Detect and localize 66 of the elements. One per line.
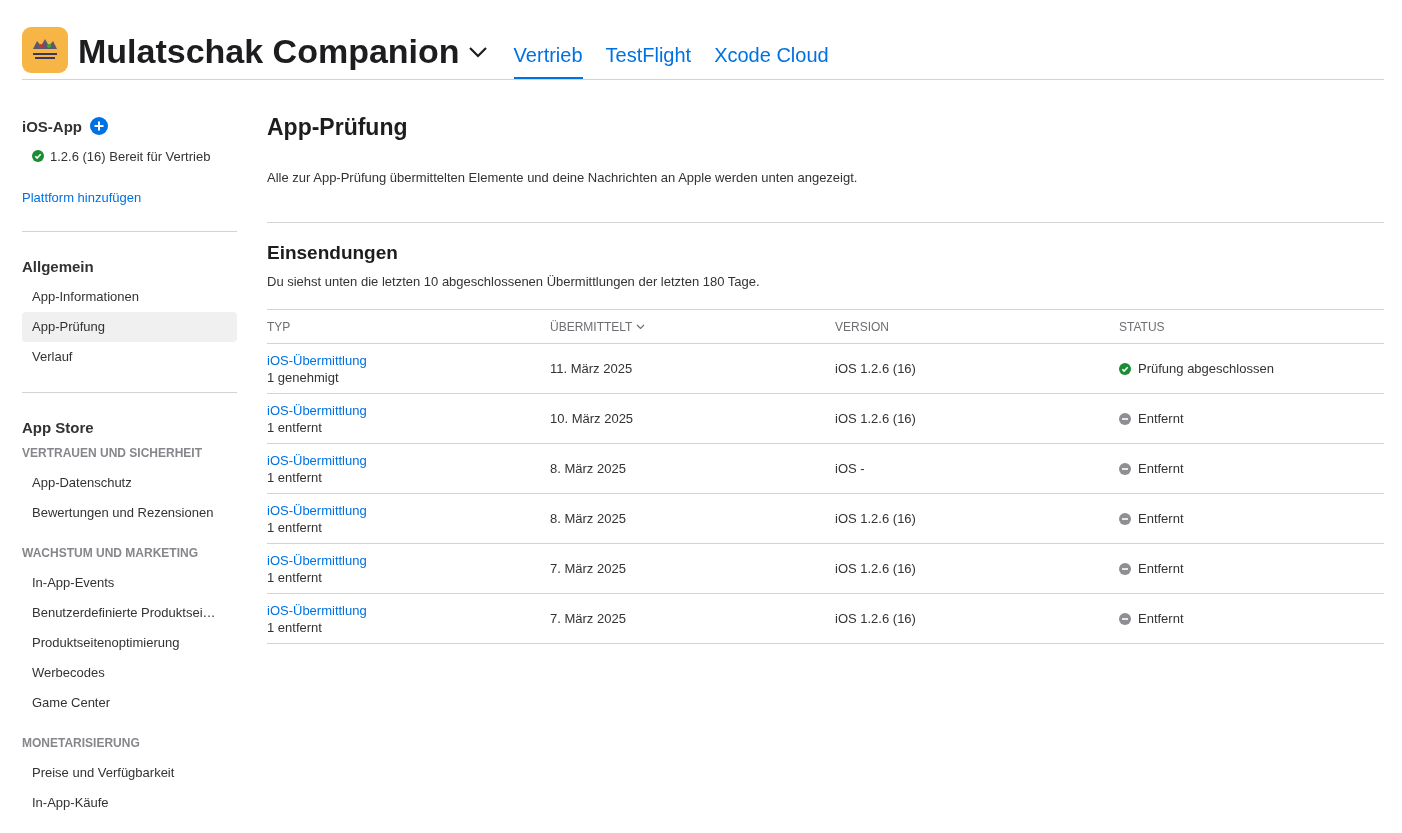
date-cell-text: 8. März 2025 — [550, 461, 627, 476]
sidebar-item[interactable]: Bewertungen und Rezensionen — [22, 498, 237, 528]
section-title: Einsendungen — [267, 241, 399, 265]
status-text: Entfernt — [1138, 611, 1184, 626]
sidebar-item[interactable]: App-Informationen — [22, 282, 237, 312]
version-cell-text: iOS 1.2.6 (16) — [835, 511, 917, 526]
sort-chevron-icon — [636, 323, 646, 330]
add-icon[interactable] — [90, 117, 108, 135]
group-heading: VERTRAUEN UND SICHERHEIT — [22, 445, 203, 462]
section-title: App Store — [22, 418, 95, 438]
app-icon — [22, 27, 68, 73]
status-text: Entfernt — [1138, 511, 1184, 526]
column-header: STATUS — [1119, 319, 1166, 334]
sidebar-item[interactable]: Game Center — [22, 688, 237, 718]
submission-link[interactable]: iOS-Übermittlung — [267, 552, 367, 568]
nav-tab[interactable]: Xcode Cloud — [714, 44, 829, 79]
sidebar-item[interactable]: In-App-Events — [22, 568, 237, 598]
date-cell-text: 11. März 2025 — [550, 361, 634, 376]
date-cell-text: 10. März 2025 — [550, 411, 635, 426]
submission-detail: 1 genehmigt — [267, 369, 340, 385]
nav-tab[interactable]: Vertrieb — [513, 44, 583, 79]
column-header: VERSION — [835, 319, 890, 334]
sidebar-item[interactable]: Preise und Verfügbarkeit — [22, 758, 237, 788]
group-heading: WACHSTUM UND MARKETING — [22, 545, 199, 562]
version-status[interactable]: 1.2.6 (16) Bereit für Vertrieb — [50, 148, 211, 164]
submission-detail: 1 entfernt — [267, 419, 323, 435]
submission-detail: 1 entfernt — [267, 619, 323, 635]
sidebar-item[interactable]: Benutzerdefinierte Produktsei… — [22, 598, 237, 628]
status-text: Entfernt — [1138, 461, 1184, 476]
version-cell-text: iOS 1.2.6 (16) — [835, 611, 917, 626]
sidebar-item[interactable]: Verlauf — [22, 342, 237, 372]
date-cell-text: 8. März 2025 — [550, 511, 627, 526]
submission-link[interactable]: iOS-Übermittlung — [267, 402, 367, 418]
submission-link[interactable]: iOS-Übermittlung — [267, 352, 367, 368]
submission-detail: 1 entfernt — [267, 569, 323, 585]
date-cell-text: 7. März 2025 — [550, 611, 627, 626]
submission-detail: 1 entfernt — [267, 519, 323, 535]
section-title: Allgemein — [22, 257, 95, 277]
page-title: App-Prüfung — [267, 116, 409, 138]
page-description: Alle zur App-Prüfung übermittelten Elemente und deine Nachrichten an Apple werden unten angezeigt. — [267, 170, 859, 185]
submission-detail: 1 entfernt — [267, 469, 323, 485]
sidebar-item[interactable]: In-App-Käufe — [22, 788, 237, 818]
section-subtitle: Du siehst unten die letzten 10 abgeschlossenen Übermittlungen der letzten 180 Tage. — [267, 274, 761, 289]
sidebar-item[interactable]: App-Prüfung — [22, 312, 237, 342]
platform-title: iOS-App — [22, 117, 82, 135]
nav-tab[interactable]: TestFlight — [605, 44, 692, 79]
sidebar-item[interactable]: App-Datenschutz — [22, 468, 237, 498]
version-cell-text: iOS 1.2.6 (16) — [835, 561, 917, 576]
add-platform-link[interactable]: Plattform hinzufügen — [22, 190, 142, 205]
version-cell-text: iOS 1.2.6 (16) — [835, 361, 917, 376]
status-text: Entfernt — [1138, 411, 1184, 426]
submission-link[interactable]: iOS-Übermittlung — [267, 502, 367, 518]
status-text: Prüfung abgeschlossen — [1138, 361, 1274, 376]
version-cell-text: iOS 1.2.6 (16) — [835, 411, 917, 426]
submission-link[interactable]: iOS-Übermittlung — [267, 452, 367, 468]
app-name-dropdown[interactable]: Mulatschak Companion — [78, 32, 488, 71]
group-heading: MONETARISIERUNG — [22, 735, 141, 752]
column-header: TYP — [267, 319, 292, 334]
status-text: Entfernt — [1138, 561, 1184, 576]
chevron-down-icon — [467, 45, 488, 58]
column-header[interactable]: ÜBERMITTELT — [550, 319, 835, 334]
submission-link[interactable]: iOS-Übermittlung — [267, 602, 367, 618]
version-cell-text: iOS - — [835, 461, 866, 476]
date-cell-text: 7. März 2025 — [550, 561, 627, 576]
sidebar-item[interactable]: Werbecodes — [22, 658, 237, 688]
sidebar-item[interactable]: Produktseitenoptimierung — [22, 628, 237, 658]
